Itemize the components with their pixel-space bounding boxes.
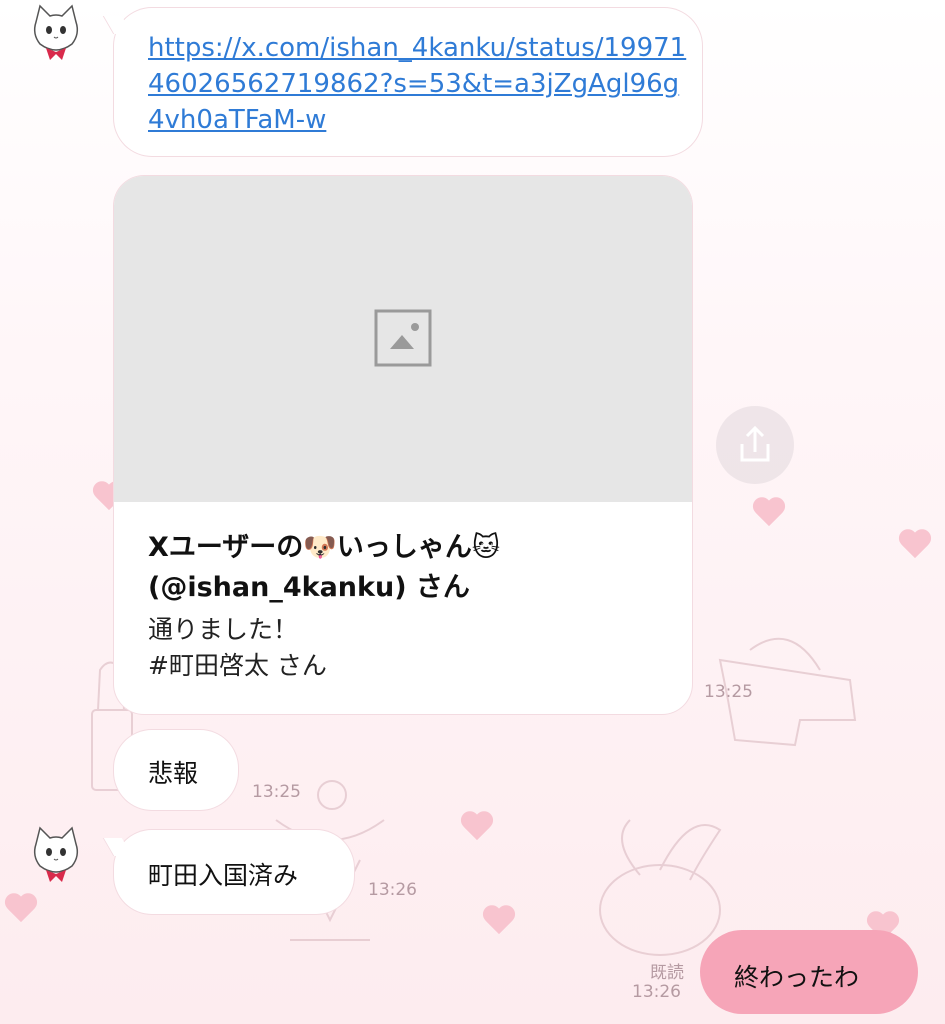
message-text: 悲報 xyxy=(148,759,199,788)
link-url[interactable]: https://x.com/ishan_4kanku/status/199714… xyxy=(148,30,688,138)
timestamp: 13:26 xyxy=(632,982,681,1002)
heart-decoration xyxy=(4,894,38,924)
card-title: Xユーザーの🐶いっしゃん🐱(@ishan_4kanku) さん xyxy=(148,532,501,603)
timestamp: 13:25 xyxy=(252,782,301,802)
card-image xyxy=(114,176,692,502)
timestamp: 13:26 xyxy=(368,880,417,900)
read-receipt: 既読 xyxy=(650,963,684,983)
message-bubble[interactable]: 町田入国済み xyxy=(102,830,354,914)
cat-avatar[interactable] xyxy=(22,822,90,890)
heart-decoration xyxy=(898,530,932,560)
cat-avatar[interactable] xyxy=(22,0,90,68)
card-desc-line: 通りました！ xyxy=(148,615,299,644)
sent-message-bubble[interactable]: 終わったわ xyxy=(700,930,918,1014)
cat-avatar-icon xyxy=(33,4,79,60)
heart-decoration xyxy=(460,812,494,842)
card-description: 通りました！ #町田啓太 さん xyxy=(148,612,668,684)
link-preview-card[interactable]: Xユーザーの🐶いっしゃん🐱(@ishan_4kanku) さん 通りました！ #… xyxy=(114,176,692,714)
heart-decoration xyxy=(752,498,786,528)
link-message-bubble[interactable]: https://x.com/ishan_4kanku/status/199714… xyxy=(102,8,702,156)
heart-decoration xyxy=(482,906,516,936)
cat-avatar-icon xyxy=(33,826,79,882)
message-bubble[interactable]: 悲報 xyxy=(114,730,238,810)
message-text: 終わったわ xyxy=(734,963,860,992)
image-placeholder-icon xyxy=(374,309,432,367)
share-icon xyxy=(740,425,770,462)
message-text: 町田入国済み xyxy=(148,861,299,890)
share-button[interactable] xyxy=(716,406,794,484)
card-desc-line: #町田啓太 さん xyxy=(148,651,327,680)
timestamp: 13:25 xyxy=(704,682,753,702)
